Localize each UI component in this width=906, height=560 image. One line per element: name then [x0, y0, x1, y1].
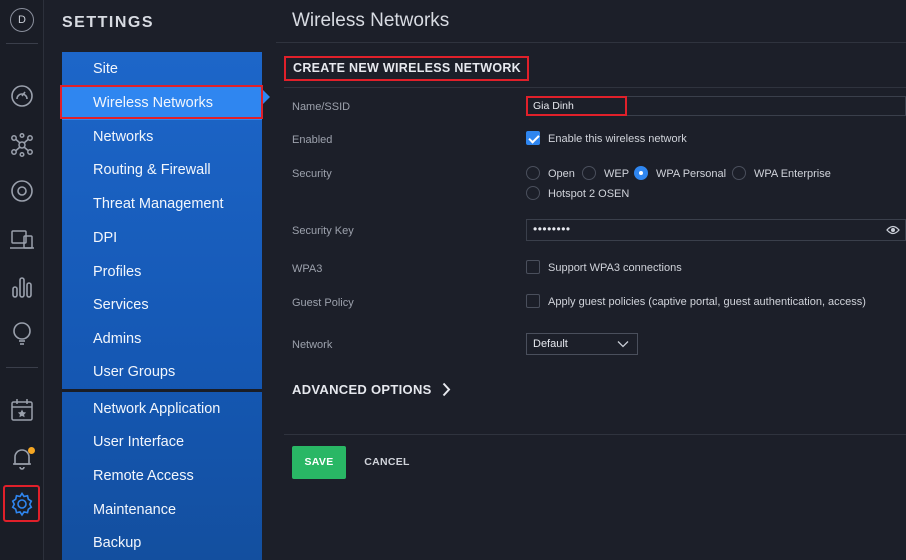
header-divider [276, 42, 906, 43]
guest-policy-option-label: Apply guest policies (captive portal, gu… [548, 296, 866, 308]
security-radio-wpa-enterprise[interactable] [732, 166, 746, 180]
cancel-button[interactable]: CANCEL [358, 446, 416, 479]
wpa3-label: WPA3 [292, 263, 323, 275]
footer-divider [284, 434, 906, 435]
enabled-label: Enabled [292, 134, 333, 146]
guest-policy-label: Guest Policy [292, 297, 354, 309]
events-icon[interactable] [7, 395, 37, 425]
menu-item-user-interface[interactable]: User Interface [62, 425, 262, 459]
menu-item-threat-management[interactable]: Threat Management [62, 187, 262, 221]
security-option-hotspot: Hotspot 2 OSEN [548, 188, 630, 200]
menu-item-backup[interactable]: Backup [62, 526, 262, 560]
chevron-down-icon [617, 341, 629, 348]
security-option-open: Open [548, 168, 575, 180]
menu-item-user-groups[interactable]: User Groups [62, 355, 262, 389]
ssid-label: Name/SSID [292, 101, 351, 113]
security-option-wpa-enterprise: WPA Enterprise [754, 168, 831, 180]
section-title: CREATE NEW WIRELESS NETWORK [284, 56, 529, 81]
statistics-icon[interactable] [7, 272, 37, 302]
menu-item-site[interactable]: Site [62, 52, 262, 86]
security-radio-hotspot[interactable] [526, 186, 540, 200]
enabled-option-label: Enable this wireless network [548, 133, 687, 145]
security-label: Security [292, 168, 332, 180]
security-radio-wep[interactable] [582, 166, 596, 180]
wpa3-checkbox[interactable] [526, 260, 540, 274]
menu-item-routing-firewall[interactable]: Routing & Firewall [62, 153, 262, 187]
devices-icon[interactable] [7, 176, 37, 206]
rail-divider [6, 367, 38, 368]
security-radio-open[interactable] [526, 166, 540, 180]
dashboard-icon[interactable] [7, 81, 37, 111]
topology-icon[interactable] [7, 130, 37, 160]
ssid-highlight [526, 96, 627, 116]
security-key-input[interactable] [526, 219, 906, 241]
menu-item-services[interactable]: Services [62, 288, 262, 322]
wpa3-option-label: Support WPA3 connections [548, 262, 682, 274]
security-radio-wpa-personal[interactable] [634, 166, 648, 180]
settings-icon[interactable] [7, 489, 37, 519]
wireless-networks-highlight [60, 85, 263, 119]
save-button[interactable]: SAVE [292, 446, 346, 479]
icon-rail: D [0, 0, 44, 560]
avatar[interactable]: D [10, 8, 34, 32]
page-title: Wireless Networks [292, 10, 450, 31]
guest-policy-checkbox[interactable] [526, 294, 540, 308]
network-label: Network [292, 339, 333, 351]
security-option-wpa-personal: WPA Personal [656, 168, 727, 180]
show-password-eye-icon[interactable] [886, 224, 900, 236]
rail-divider [6, 43, 38, 44]
menu-item-profiles[interactable]: Profiles [62, 255, 262, 289]
security-key-label: Security Key [292, 225, 354, 237]
active-menu-pointer [262, 89, 270, 105]
insights-icon[interactable] [7, 318, 37, 348]
menu-item-maintenance[interactable]: Maintenance [62, 493, 262, 527]
menu-item-network-application[interactable]: Network Application [62, 392, 262, 426]
security-key-value: •••••••• [533, 222, 571, 236]
settings-menu: Site Wireless Networks Networks Routing … [62, 52, 270, 560]
menu-item-dpi[interactable]: DPI [62, 221, 262, 255]
alert-badge-dot [28, 447, 35, 454]
chevron-right-icon [442, 382, 451, 397]
menu-item-remote-access[interactable]: Remote Access [62, 459, 262, 493]
menu-item-admins[interactable]: Admins [62, 322, 262, 356]
enabled-checkbox[interactable] [526, 131, 540, 145]
section-divider [284, 87, 906, 88]
security-option-wep: WEP [604, 168, 630, 180]
clients-icon[interactable] [7, 225, 37, 255]
advanced-options-toggle[interactable]: ADVANCED OPTIONS [292, 382, 432, 397]
settings-title: SETTINGS [62, 14, 155, 31]
network-select-value: Default [533, 338, 568, 350]
menu-item-networks[interactable]: Networks [62, 120, 262, 154]
